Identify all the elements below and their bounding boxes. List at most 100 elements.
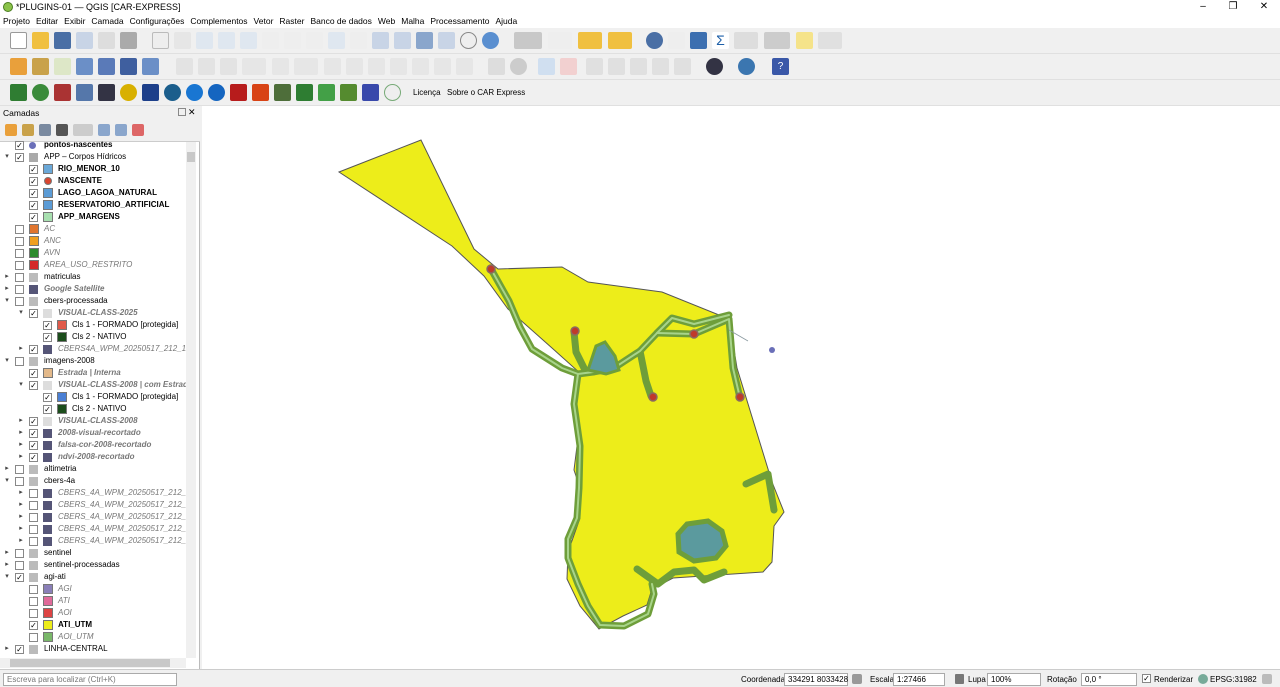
add-vector-icon[interactable] [32, 58, 49, 75]
refresh-icon[interactable] [482, 32, 499, 49]
map-tips-icon[interactable] [796, 32, 813, 49]
paste-icon[interactable] [412, 58, 429, 75]
car-express-icon[interactable] [10, 84, 27, 101]
layer-checkbox[interactable] [15, 561, 24, 570]
menu-editar[interactable]: Editar [33, 14, 61, 28]
layer-row[interactable]: ▾ ✓ VISUAL-CLASS-2008 | com Estrada [0, 379, 192, 391]
group-row[interactable]: ▾ imagens-2008 [0, 355, 186, 367]
layer-checkbox[interactable] [15, 237, 24, 246]
layer-row[interactable]: AREA_USO_RESTRITO [0, 259, 186, 271]
legend-checkbox[interactable]: ✓ [29, 201, 38, 210]
plugin-circle-icon[interactable] [384, 84, 401, 101]
licenca-button[interactable]: Licença [413, 88, 441, 97]
layer-checkbox[interactable]: ✓ [29, 381, 38, 390]
layer-row[interactable]: ▸ ✓ ndvi-2008-recortado [0, 451, 186, 463]
select-by-value-icon[interactable] [548, 32, 572, 49]
layer-checkbox[interactable] [15, 357, 24, 366]
plugin-gear-icon[interactable] [76, 84, 93, 101]
layer-row[interactable]: ✓ Estrada | Interna [0, 367, 186, 379]
layer-row[interactable]: ▸ CBERS_4A_WPM_20250517_212_13 [0, 511, 195, 523]
layer-row[interactable]: AGI [0, 583, 186, 595]
legend-checkbox[interactable]: ✓ [43, 321, 52, 330]
menu-web[interactable]: Web [375, 14, 398, 28]
group-row[interactable]: ▸ matriculas [0, 271, 186, 283]
layer-checkbox[interactable] [29, 513, 38, 522]
layer-checkbox[interactable] [29, 585, 38, 594]
layer-checkbox[interactable] [29, 525, 38, 534]
layer-checkbox[interactable]: ✓ [29, 309, 38, 318]
zoom-selection-icon[interactable] [262, 32, 279, 49]
layer-checkbox[interactable] [15, 465, 24, 474]
chevron-down-icon[interactable]: ▾ [3, 295, 11, 307]
label-abc-icon[interactable] [538, 58, 555, 75]
toggle-editing-icon[interactable] [176, 58, 193, 75]
layer-checkbox[interactable]: ✓ [15, 141, 24, 150]
close-panel-icon[interactable]: ✕ [188, 107, 196, 118]
layer-checkbox[interactable] [29, 489, 38, 498]
new-3d-view-icon[interactable] [394, 32, 411, 49]
menu-projeto[interactable]: Projeto [0, 14, 33, 28]
layer-checkbox[interactable] [29, 501, 38, 510]
temporal-clock-icon[interactable] [460, 32, 477, 49]
layer-checkbox[interactable]: ✓ [15, 645, 24, 654]
zoom-in-icon[interactable] [196, 32, 213, 49]
chevron-right-icon[interactable]: ▸ [3, 283, 11, 295]
float-panel-icon[interactable] [178, 108, 186, 116]
layer-checkbox[interactable] [15, 261, 24, 270]
map-canvas[interactable] [202, 106, 1280, 669]
deselect-icon[interactable] [578, 32, 602, 49]
add-group-icon[interactable] [22, 124, 34, 136]
plugin-camera-icon[interactable] [98, 84, 115, 101]
redo-icon[interactable] [456, 58, 473, 75]
menu-complementos[interactable]: Complementos [187, 14, 250, 28]
plugin-landscape-icon[interactable] [274, 84, 291, 101]
chevron-down-icon[interactable]: ▾ [17, 307, 25, 319]
chevron-down-icon[interactable]: ▾ [3, 355, 11, 367]
expand-all-icon[interactable] [98, 124, 110, 136]
restore-icon[interactable]: ❐ [1226, 1, 1240, 13]
zoom-out-icon[interactable] [218, 32, 235, 49]
new-layer-icon[interactable] [76, 58, 93, 75]
group-row[interactable]: ▾ ✓ APP – Corpos Hídricos [0, 151, 186, 163]
plugin-satellite-icon[interactable] [142, 84, 159, 101]
chevron-right-icon[interactable]: ▸ [3, 643, 11, 655]
menu-vetor[interactable]: Vetor [251, 14, 277, 28]
layer-checkbox[interactable] [15, 297, 24, 306]
zoom-layer-icon[interactable] [284, 32, 301, 49]
legend-row[interactable]: ✓ Cls 2 - NATIVO [0, 403, 186, 415]
layer-checkbox[interactable] [15, 549, 24, 558]
chevron-right-icon[interactable]: ▸ [3, 559, 11, 571]
lock-icon[interactable] [955, 674, 964, 684]
chevron-down-icon[interactable]: ▾ [3, 151, 11, 163]
crs-label[interactable]: EPSG:31982 [1210, 675, 1257, 684]
messages-icon[interactable] [1262, 674, 1272, 684]
collapse-all-icon[interactable] [115, 124, 127, 136]
open-styling-icon[interactable] [5, 124, 17, 136]
modify-attributes-icon[interactable] [324, 58, 341, 75]
layer-row[interactable]: ✓ pontos-nascentes [0, 139, 186, 151]
layer-checkbox[interactable]: ✓ [29, 417, 38, 426]
filter-expression-icon[interactable] [73, 124, 93, 136]
plugin-leaf-icon[interactable] [318, 84, 335, 101]
layer-row[interactable]: AOI_UTM [0, 631, 186, 643]
car-arrow-icon[interactable] [32, 84, 49, 101]
legend-row[interactable]: ✓ Cls 1 - FORMADO [protegida] [0, 391, 186, 403]
show-bookmarks-icon[interactable] [438, 32, 455, 49]
layer-checkbox[interactable] [15, 273, 24, 282]
legend-checkbox[interactable]: ✓ [43, 405, 52, 414]
chevron-right-icon[interactable]: ▸ [3, 547, 11, 559]
layer-row[interactable]: ▸ Google Satellite [0, 283, 186, 295]
layer-checkbox[interactable]: ✓ [29, 429, 38, 438]
filter-legend-icon[interactable] [56, 124, 68, 136]
save-edits-icon[interactable] [220, 58, 237, 75]
crs-globe-icon[interactable] [1198, 674, 1208, 684]
layer-checkbox[interactable] [15, 225, 24, 234]
zoom-full-icon[interactable] [240, 32, 257, 49]
layer-row[interactable]: AVN [0, 247, 186, 259]
legend-checkbox[interactable]: ✓ [29, 177, 38, 186]
layer-checkbox[interactable] [29, 633, 38, 642]
remove-layer-icon[interactable] [132, 124, 144, 136]
pan-hand-icon[interactable] [152, 32, 169, 49]
menu-malha[interactable]: Malha [398, 14, 427, 28]
extents-toggle-icon[interactable] [852, 674, 862, 684]
